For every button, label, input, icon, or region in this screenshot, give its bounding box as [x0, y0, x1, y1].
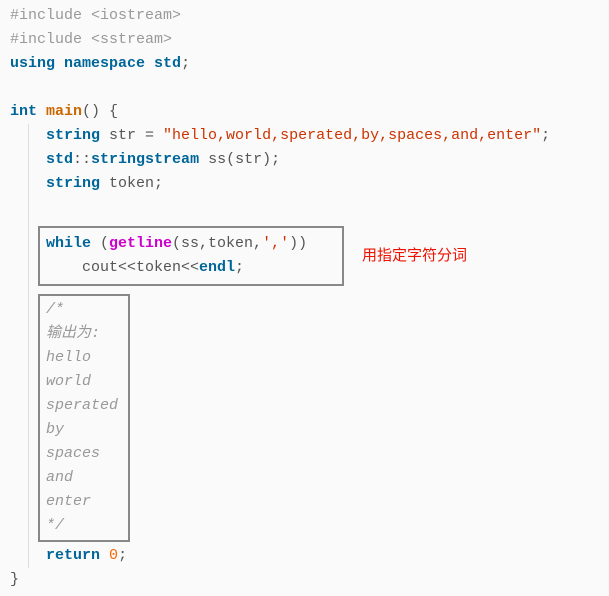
ident-endl: endl: [199, 259, 235, 276]
comment-line: hello: [46, 346, 122, 370]
indent: [10, 547, 46, 564]
header: <iostream>: [91, 7, 181, 24]
code-line: return 0;: [10, 544, 599, 568]
paren: (: [91, 235, 109, 252]
sp: [37, 103, 46, 120]
args: (ss,token,: [172, 235, 262, 252]
main-body: string str = "hello,world,sperated,by,sp…: [10, 124, 599, 568]
code-line: string token;: [10, 172, 599, 196]
code-line: #include <iostream>: [10, 4, 599, 28]
kw-int: int: [10, 103, 37, 120]
semi: ;: [235, 259, 244, 276]
kw-while: while: [46, 235, 91, 252]
indent: [10, 127, 46, 144]
indent: [10, 175, 46, 192]
string-lit: "hello,world,sperated,by,spaces,and,ente…: [163, 127, 541, 144]
paren: )): [289, 235, 307, 252]
comment-line: and: [46, 466, 122, 490]
comment-line: 输出为:: [46, 322, 122, 346]
code-line: int main() {: [10, 100, 599, 124]
text: token;: [100, 175, 163, 192]
comment-line: sperated: [46, 394, 122, 418]
indent: [10, 151, 46, 168]
while-row: while (getline(ss,token,',')) cout<<toke…: [10, 220, 599, 292]
char-lit: ',': [262, 235, 289, 252]
code-line: cout<<token<<endl;: [46, 256, 336, 280]
code-line: using namespace std;: [10, 52, 599, 76]
code-line: #include <sstream>: [10, 28, 599, 52]
comment-line: enter: [46, 490, 122, 514]
ident-std: std: [154, 55, 181, 72]
kw-string: string: [46, 175, 100, 192]
num-lit: 0: [109, 547, 118, 564]
kw-return: return: [46, 547, 100, 564]
preproc: #include: [10, 7, 91, 24]
boxed-while: while (getline(ss,token,',')) cout<<toke…: [38, 226, 344, 286]
semi: ;: [181, 55, 190, 72]
ident-stringstream: stringstream: [91, 151, 199, 168]
scope: ::: [73, 151, 91, 168]
kw-string: string: [46, 127, 100, 144]
close-brace: }: [10, 571, 19, 588]
text: cout<<token<<: [46, 259, 199, 276]
code-line: std::stringstream ss(str);: [10, 148, 599, 172]
code-line: }: [10, 568, 599, 592]
ident-std: std: [46, 151, 73, 168]
preproc: #include: [10, 31, 91, 48]
comment-line: by: [46, 418, 122, 442]
annotation-label: 用指定字符分词: [362, 244, 467, 268]
blank-line: [10, 76, 599, 100]
fn-getline: getline: [109, 235, 172, 252]
comment-line: /*: [46, 298, 122, 322]
blank-line: [10, 196, 599, 220]
fn-main: main: [46, 103, 82, 120]
text: ss(str);: [199, 151, 280, 168]
comment-line: world: [46, 370, 122, 394]
code-line: while (getline(ss,token,',')): [46, 232, 336, 256]
punct: () {: [82, 103, 118, 120]
header: <sstream>: [91, 31, 172, 48]
text: str =: [100, 127, 163, 144]
kw-namespace: namespace: [55, 55, 154, 72]
code-line: string str = "hello,world,sperated,by,sp…: [10, 124, 599, 148]
semi: ;: [541, 127, 550, 144]
semi: ;: [118, 547, 127, 564]
sp: [100, 547, 109, 564]
boxed-comment: /* 输出为: hello world sperated by spaces a…: [38, 294, 130, 542]
kw-using: using: [10, 55, 55, 72]
comment-line: spaces: [46, 442, 122, 466]
comment-line: */: [46, 514, 122, 538]
code-block: #include <iostream> #include <sstream> u…: [0, 0, 609, 596]
